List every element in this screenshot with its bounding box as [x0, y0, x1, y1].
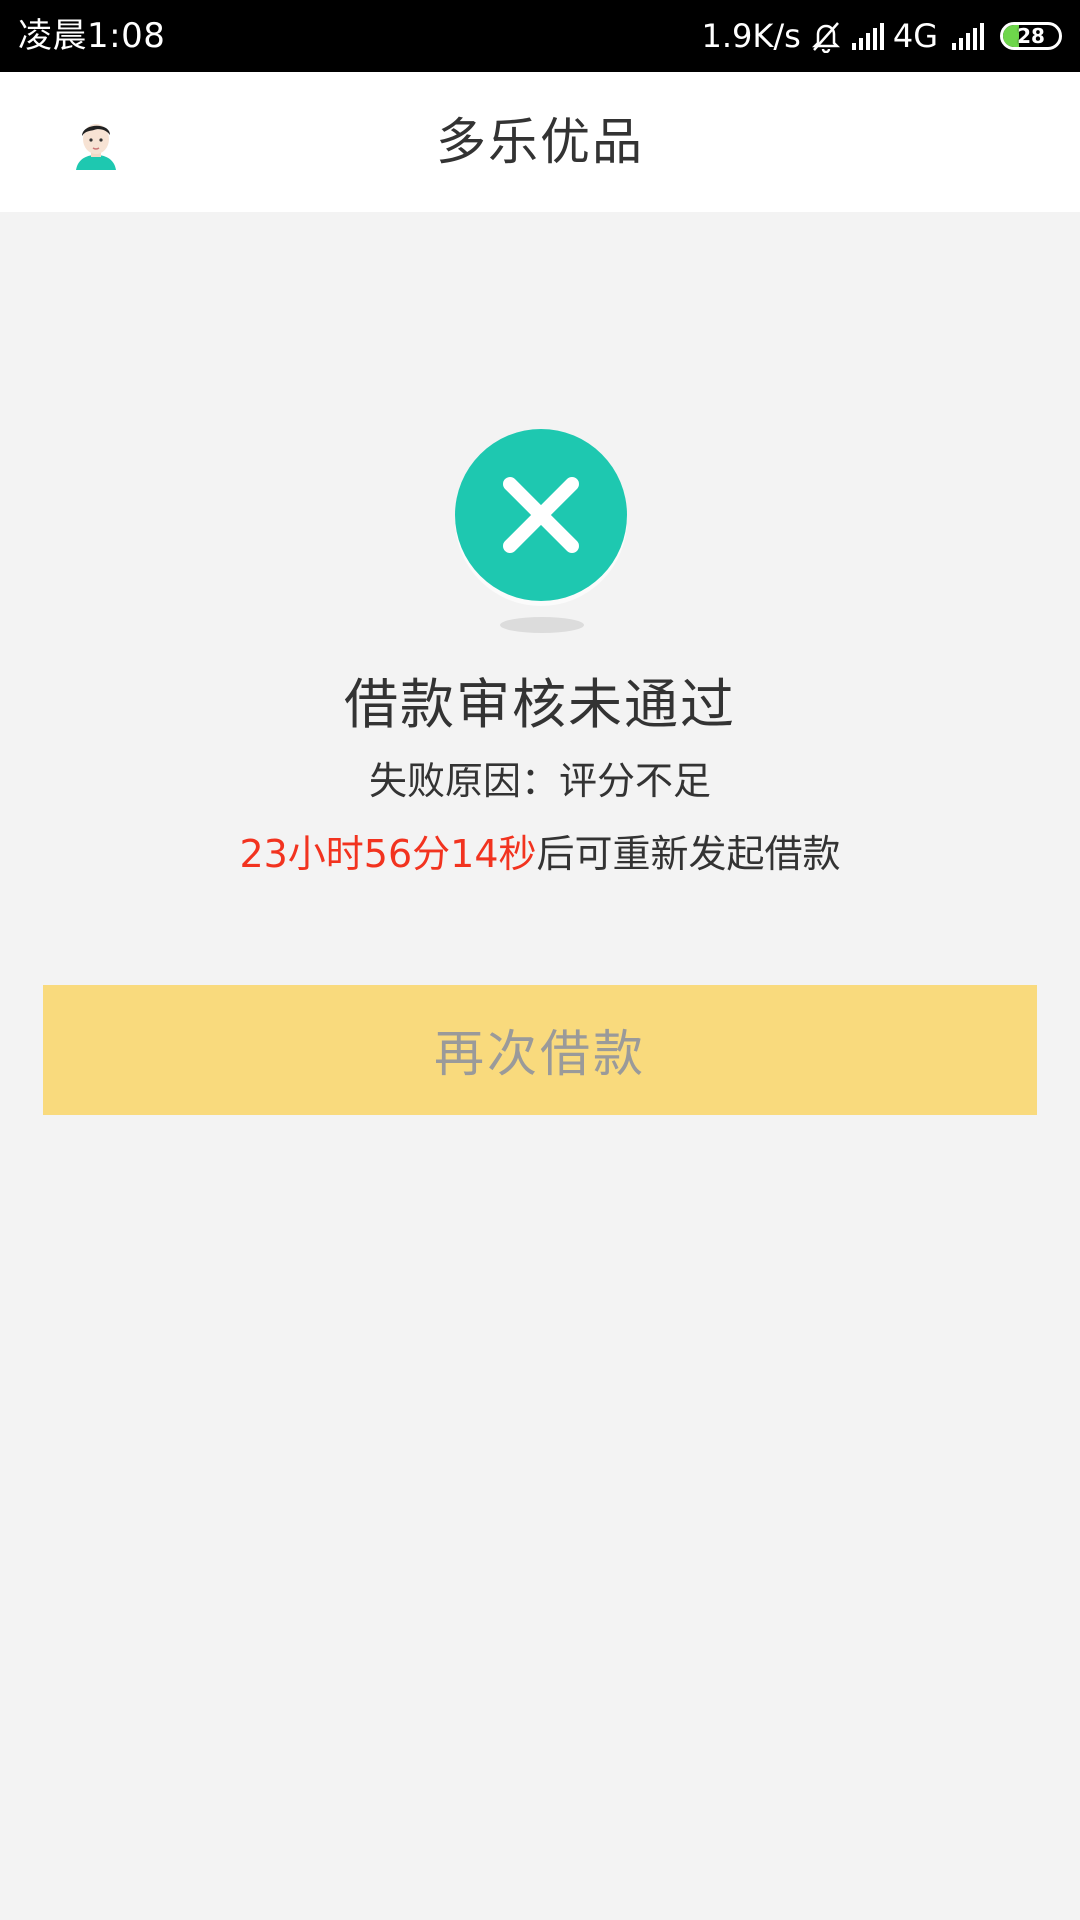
result-title: 借款审核未通过	[344, 673, 736, 736]
status-time: 凌晨1:08	[18, 16, 166, 56]
status-icons: 1.9K/s 4G 28	[702, 0, 1062, 72]
bell-muted-icon	[809, 19, 843, 53]
network-type: 4G	[892, 17, 938, 55]
page-title: 多乐优品	[436, 113, 644, 171]
signal-icon	[851, 21, 885, 51]
countdown-line: 23小时56分14秒后可重新发起借款	[0, 823, 1080, 878]
battery-icon: 28	[1000, 22, 1062, 50]
status-bar: 凌晨1:08 1.9K/s 4G 28	[0, 0, 1080, 72]
countdown-timer: 23小时56分14秒	[239, 832, 537, 876]
borrow-again-button[interactable]: 再次借款	[43, 985, 1037, 1115]
fail-x-icon	[450, 425, 632, 640]
signal-icon-2	[946, 21, 986, 51]
countdown-suffix: 后可重新发起借款	[536, 832, 841, 876]
fail-reason: 失败原因：评分不足	[368, 759, 711, 803]
network-speed: 1.9K/s	[701, 17, 801, 55]
battery-level: 28	[1017, 24, 1045, 48]
app-header: 多乐优品	[0, 72, 1080, 212]
